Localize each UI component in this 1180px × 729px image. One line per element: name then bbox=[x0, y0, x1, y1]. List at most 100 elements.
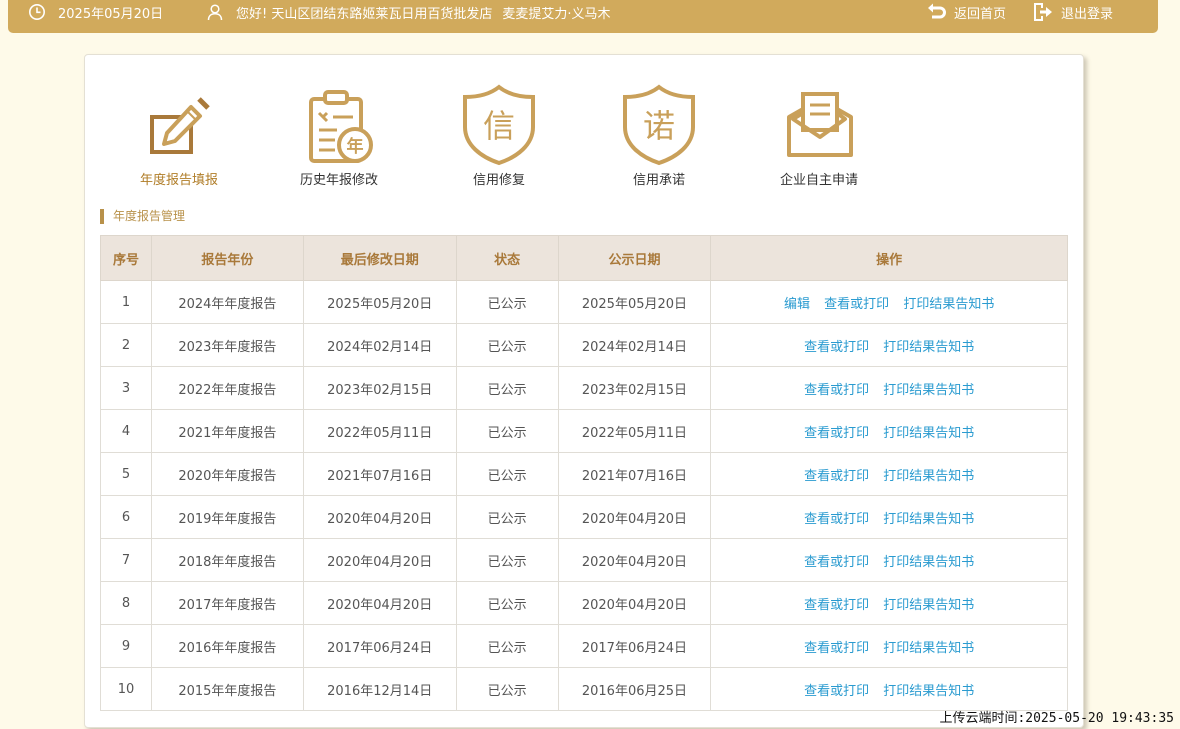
print-notice-link[interactable]: 打印结果告知书 bbox=[903, 297, 994, 312]
logout-icon bbox=[1032, 2, 1054, 22]
section-title: 年度报告管理 bbox=[100, 209, 185, 224]
view-print-link[interactable]: 查看或打印 bbox=[804, 684, 869, 699]
cell-no: 2 bbox=[100, 323, 152, 367]
cell-year: 2015年年度报告 bbox=[150, 667, 304, 711]
cell-published: 2016年06月25日 bbox=[557, 667, 712, 711]
home-link[interactable]: 返回首页 bbox=[926, 0, 1006, 24]
top-bar: 2025年05月20日 您好! 天山区团结东路姬莱瓦日用百货批发店 麦麦提艾力·… bbox=[8, 0, 1158, 33]
edit-link[interactable]: 编辑 bbox=[784, 297, 810, 312]
user-name: 麦麦提艾力·义马木 bbox=[502, 6, 611, 22]
cell-year: 2020年年度报告 bbox=[150, 452, 304, 496]
feature-label: 历史年报修改 bbox=[299, 173, 378, 188]
print-notice-link[interactable]: 打印结果告知书 bbox=[883, 641, 974, 656]
view-print-link[interactable]: 查看或打印 bbox=[804, 598, 869, 613]
print-notice-link[interactable]: 打印结果告知书 bbox=[883, 684, 974, 699]
view-print-link[interactable]: 查看或打印 bbox=[824, 297, 889, 312]
cell-modified: 2020年04月20日 bbox=[302, 538, 457, 582]
print-notice-link[interactable]: 打印结果告知书 bbox=[883, 340, 974, 355]
edit-report-icon bbox=[139, 83, 219, 167]
cell-year: 2023年年度报告 bbox=[150, 323, 304, 367]
shield-glyph-nuo: 诺 bbox=[643, 107, 675, 145]
cell-modified: 2016年12月14日 bbox=[302, 667, 457, 711]
cell-year: 2019年年度报告 bbox=[150, 495, 304, 539]
home-label: 返回首页 bbox=[954, 6, 1007, 22]
cell-status: 已公示 bbox=[455, 538, 559, 582]
cell-modified: 2022年05月11日 bbox=[302, 409, 457, 453]
cell-year: 2018年年度报告 bbox=[150, 538, 304, 582]
col-header-published: 公示日期 bbox=[557, 235, 712, 281]
history-clipboard-icon: 年 bbox=[299, 83, 379, 167]
cell-year: 2021年年度报告 bbox=[150, 409, 304, 453]
view-print-link[interactable]: 查看或打印 bbox=[804, 426, 869, 441]
col-header-modified: 最后修改日期 bbox=[302, 235, 457, 281]
cell-status: 已公示 bbox=[455, 366, 559, 410]
print-notice-link[interactable]: 打印结果告知书 bbox=[883, 512, 974, 527]
cell-published: 2021年07月16日 bbox=[557, 452, 712, 496]
cell-status: 已公示 bbox=[455, 280, 559, 324]
cell-actions: 查看或打印 打印结果告知书 bbox=[710, 667, 1068, 711]
cell-published: 2020年04月20日 bbox=[557, 495, 712, 539]
view-print-link[interactable]: 查看或打印 bbox=[804, 555, 869, 570]
cell-no: 10 bbox=[100, 667, 152, 711]
cell-actions: 查看或打印 打印结果告知书 bbox=[710, 452, 1068, 496]
cell-modified: 2023年02月15日 bbox=[302, 366, 457, 410]
view-print-link[interactable]: 查看或打印 bbox=[804, 512, 869, 527]
table-row: 10 2015年年度报告 2016年12月14日 已公示 2016年06月25日… bbox=[100, 667, 1068, 711]
view-print-link[interactable]: 查看或打印 bbox=[804, 340, 869, 355]
user-icon bbox=[206, 3, 224, 21]
feature-credit-commitment[interactable]: 诺 信用承诺 bbox=[594, 83, 724, 188]
cell-actions: 查看或打印 打印结果告知书 bbox=[710, 366, 1068, 410]
cell-published: 2025年05月20日 bbox=[557, 280, 712, 324]
cell-no: 3 bbox=[100, 366, 152, 410]
table-row: 6 2019年年度报告 2020年04月20日 已公示 2020年04月20日 … bbox=[100, 495, 1068, 539]
cell-published: 2023年02月15日 bbox=[557, 366, 712, 410]
clipboard-glyph: 年 bbox=[347, 136, 364, 157]
user-greeting: 您好! 天山区团结东路姬莱瓦日用百货批发店 麦麦提艾力·义马木 bbox=[206, 0, 611, 24]
cell-no: 1 bbox=[100, 280, 152, 324]
cell-no: 6 bbox=[100, 495, 152, 539]
cell-year: 2022年年度报告 bbox=[150, 366, 304, 410]
cell-status: 已公示 bbox=[455, 452, 559, 496]
cell-status: 已公示 bbox=[455, 667, 559, 711]
cell-status: 已公示 bbox=[455, 624, 559, 668]
table-row: 4 2021年年度报告 2022年05月11日 已公示 2022年05月11日 … bbox=[100, 409, 1068, 453]
current-date: 2025年05月20日 bbox=[58, 6, 164, 22]
cell-status: 已公示 bbox=[455, 409, 559, 453]
col-header-no: 序号 bbox=[100, 235, 152, 281]
cell-modified: 2020年04月20日 bbox=[302, 581, 457, 625]
cell-modified: 2020年04月20日 bbox=[302, 495, 457, 539]
view-print-link[interactable]: 查看或打印 bbox=[804, 641, 869, 656]
cell-published: 2024年02月14日 bbox=[557, 323, 712, 367]
cell-published: 2022年05月11日 bbox=[557, 409, 712, 453]
shield-xin-icon: 信 bbox=[459, 83, 539, 167]
feature-label: 信用修复 bbox=[472, 173, 525, 188]
print-notice-link[interactable]: 打印结果告知书 bbox=[883, 383, 974, 398]
feature-label: 企业自主申请 bbox=[779, 173, 858, 188]
print-notice-link[interactable]: 打印结果告知书 bbox=[883, 469, 974, 484]
logout-link[interactable]: 退出登录 bbox=[1032, 0, 1113, 24]
feature-enterprise-application[interactable]: 企业自主申请 bbox=[754, 83, 884, 188]
cell-status: 已公示 bbox=[455, 581, 559, 625]
cell-actions: 查看或打印 打印结果告知书 bbox=[710, 323, 1068, 367]
main-card: 年度报告填报 年 历史年报修改 信 信用修复 诺 信用承诺 企业自主申请 年度报… bbox=[84, 54, 1084, 728]
table-row: 9 2016年年度报告 2017年06月24日 已公示 2017年06月24日 … bbox=[100, 624, 1068, 668]
feature-credit-repair[interactable]: 信 信用修复 bbox=[434, 83, 564, 188]
feature-annual-report-filing[interactable]: 年度报告填报 bbox=[114, 83, 244, 188]
print-notice-link[interactable]: 打印结果告知书 bbox=[883, 426, 974, 441]
cell-actions: 查看或打印 打印结果告知书 bbox=[710, 495, 1068, 539]
print-notice-link[interactable]: 打印结果告知书 bbox=[883, 555, 974, 570]
print-notice-link[interactable]: 打印结果告知书 bbox=[883, 598, 974, 613]
cell-no: 8 bbox=[100, 581, 152, 625]
cell-year: 2016年年度报告 bbox=[150, 624, 304, 668]
cell-published: 2020年04月20日 bbox=[557, 581, 712, 625]
cell-year: 2024年年度报告 bbox=[150, 280, 304, 324]
feature-history-report-edit[interactable]: 年 历史年报修改 bbox=[274, 83, 404, 188]
cell-actions: 编辑 查看或打印 打印结果告知书 bbox=[710, 280, 1068, 324]
cell-year: 2017年年度报告 bbox=[150, 581, 304, 625]
cell-actions: 查看或打印 打印结果告知书 bbox=[710, 538, 1068, 582]
report-table: 序号 报告年份 最后修改日期 状态 公示日期 操作 1 2024年年度报告 20… bbox=[100, 235, 1068, 711]
view-print-link[interactable]: 查看或打印 bbox=[804, 469, 869, 484]
view-print-link[interactable]: 查看或打印 bbox=[804, 383, 869, 398]
table-row: 2 2023年年度报告 2024年02月14日 已公示 2024年02月14日 … bbox=[100, 323, 1068, 367]
cell-published: 2017年06月24日 bbox=[557, 624, 712, 668]
